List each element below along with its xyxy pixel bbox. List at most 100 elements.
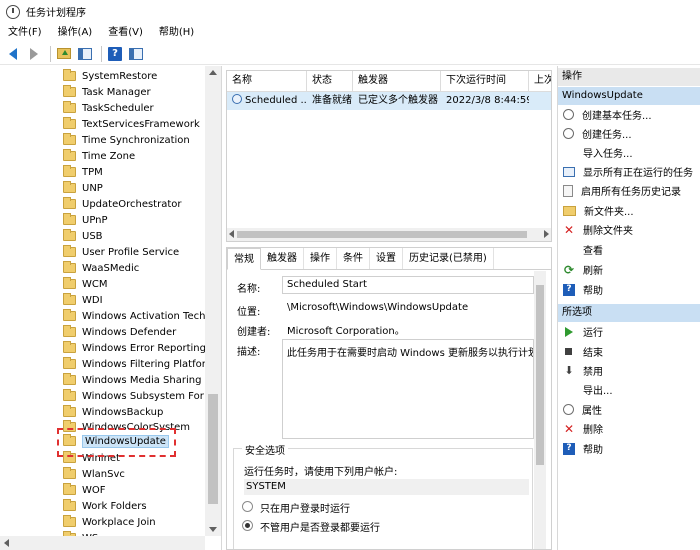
run-as-account-field[interactable]: SYSTEM xyxy=(244,479,529,495)
tab-general[interactable]: 常规 xyxy=(227,248,261,270)
show-hide-action-pane-button[interactable] xyxy=(127,45,145,63)
tree-item[interactable]: TaskScheduler xyxy=(63,100,154,116)
tree-item[interactable]: Windows Filtering Platform xyxy=(63,356,215,372)
action-disable[interactable]: ⬇ 禁用 xyxy=(558,361,700,380)
help-button[interactable]: ? xyxy=(106,45,124,63)
tree-item[interactable]: USB xyxy=(63,228,103,244)
menu-action[interactable]: 操作(A) xyxy=(50,23,101,43)
tree-horizontal-scrollbar[interactable] xyxy=(0,536,205,550)
scroll-down-arrow-icon[interactable] xyxy=(209,527,217,532)
action-delete-folder[interactable]: ✕ 删除文件夹 xyxy=(558,220,700,239)
tree-item[interactable]: WCM xyxy=(63,276,108,292)
column-header-name[interactable]: 名称 xyxy=(227,71,307,92)
scrollbar-thumb[interactable] xyxy=(237,231,527,238)
show-hide-tree-button[interactable] xyxy=(76,45,94,63)
actions-section-selected-item[interactable]: 所选项 xyxy=(558,304,700,322)
column-header-last-run[interactable]: 上次 xyxy=(529,71,551,92)
tree-vertical-scrollbar[interactable] xyxy=(205,66,221,536)
tab-conditions[interactable]: 条件 xyxy=(337,248,370,269)
action-help-selected[interactable]: ? 帮助 xyxy=(558,439,700,458)
action-import-task[interactable]: 导入任务... xyxy=(558,143,700,162)
column-header-next-run[interactable]: 下次运行时间 xyxy=(441,71,529,92)
tree-item[interactable]: WaaSMedic xyxy=(63,260,139,276)
tree-item[interactable]: Windows Error Reporting xyxy=(63,340,206,356)
radio-run-only-logged-on[interactable] xyxy=(242,501,253,512)
action-end[interactable]: 结束 xyxy=(558,342,700,361)
action-show-running-tasks[interactable]: 显示所有正在运行的任务 xyxy=(558,162,700,181)
action-export[interactable]: 导出... xyxy=(558,380,700,399)
scroll-left-arrow-icon[interactable] xyxy=(229,230,234,238)
run-as-label: 运行任务时，请使用下列用户帐户: xyxy=(244,467,398,478)
toolbar-separator xyxy=(101,45,102,62)
menu-help[interactable]: 帮助(H) xyxy=(151,23,202,43)
actions-section-windowsupdate[interactable]: WindowsUpdate xyxy=(558,87,700,105)
action-create-basic-task[interactable]: 创建基本任务... xyxy=(558,105,700,124)
action-refresh[interactable]: ⟳ 刷新 xyxy=(558,260,700,279)
menu-bar: 文件(F) 操作(A) 查看(V) 帮助(H) xyxy=(0,23,700,43)
action-label: 运行 xyxy=(583,328,603,339)
tree-item[interactable]: Windows Activation Techno xyxy=(63,308,218,324)
column-header-status[interactable]: 状态 xyxy=(307,71,353,92)
tree-item-label: Windows Defender xyxy=(82,326,177,338)
up-level-button[interactable] xyxy=(55,45,73,63)
action-run[interactable]: 运行 xyxy=(558,322,700,341)
forward-button[interactable] xyxy=(25,45,43,63)
tree-item[interactable]: UNP xyxy=(63,180,103,196)
help-icon: ? xyxy=(563,283,575,296)
scroll-up-arrow-icon[interactable] xyxy=(209,70,217,75)
tab-triggers[interactable]: 触发器 xyxy=(261,248,304,269)
tree-item[interactable]: UpdateOrchestrator xyxy=(63,196,182,212)
tree-item[interactable]: Work Folders xyxy=(63,498,147,514)
table-row[interactable]: Scheduled ... 准备就绪 已定义多个触发器 2022/3/8 8:4… xyxy=(227,92,551,110)
action-label: 帮助 xyxy=(583,286,603,297)
action-new-folder[interactable]: 新文件夹... xyxy=(558,201,700,220)
menu-file[interactable]: 文件(F) xyxy=(0,23,50,43)
tree-item[interactable]: Workplace Join xyxy=(63,514,156,530)
tree-item[interactable]: TextServicesFramework xyxy=(63,116,200,132)
tree-item[interactable]: WlanSvc xyxy=(63,466,125,482)
action-view[interactable]: 查看 xyxy=(558,240,700,259)
scrollbar-thumb[interactable] xyxy=(208,394,218,504)
tree-item[interactable]: TPM xyxy=(63,164,103,180)
tree-item[interactable]: Time Zone xyxy=(63,148,135,164)
radio-run-whether-logged-on[interactable] xyxy=(242,520,253,531)
column-header-trigger[interactable]: 触发器 xyxy=(353,71,441,92)
back-button[interactable] xyxy=(4,45,22,63)
task-list-horizontal-scrollbar[interactable] xyxy=(227,228,551,241)
description-field[interactable]: 此任务用于在需要时启动 Windows 更新服务以执行计划的 xyxy=(282,339,534,439)
tree-item[interactable]: Windows Subsystem For Li xyxy=(63,388,215,404)
action-delete[interactable]: ✕ 删除 xyxy=(558,419,700,438)
tree-item[interactable]: WDI xyxy=(63,292,103,308)
tab-settings[interactable]: 设置 xyxy=(370,248,403,269)
action-help[interactable]: ? 帮助 xyxy=(558,280,700,299)
tree-item[interactable]: Windows Media Sharing xyxy=(63,372,201,388)
tab-actions[interactable]: 操作 xyxy=(304,248,337,269)
tree-item[interactable]: Windows Defender xyxy=(63,324,176,340)
action-enable-history[interactable]: 启用所有任务历史记录 xyxy=(558,181,700,200)
tab-history[interactable]: 历史记录(已禁用) xyxy=(403,248,494,269)
tree-item[interactable]: UPnP xyxy=(63,212,108,228)
tree-item[interactable]: SystemRestore xyxy=(63,68,157,84)
action-label: 新文件夹... xyxy=(584,207,634,218)
scrollbar-thumb[interactable] xyxy=(536,285,544,465)
detail-vertical-scrollbar[interactable] xyxy=(534,271,546,549)
tree-item[interactable]: Task Manager xyxy=(63,84,151,100)
tree-item[interactable]: Time Synchronization xyxy=(63,132,190,148)
name-field[interactable]: Scheduled Start xyxy=(282,276,534,294)
action-label: 显示所有正在运行的任务 xyxy=(583,168,693,179)
radio-run-only-logged-on-label: 只在用户登录时运行 xyxy=(260,504,350,515)
tree-item-label: WaaSMedic xyxy=(82,262,140,274)
folder-icon xyxy=(63,85,76,97)
folder-up-icon xyxy=(57,48,71,59)
action-create-task[interactable]: 创建任务... xyxy=(558,124,700,143)
action-label: 禁用 xyxy=(583,367,603,378)
action-properties[interactable]: 属性 xyxy=(558,400,700,419)
tree-item[interactable]: WOF xyxy=(63,482,106,498)
tree-item[interactable]: WindowsBackup xyxy=(63,404,163,420)
tree-item-label: Workplace Join xyxy=(82,516,156,528)
scroll-left-arrow-icon[interactable] xyxy=(4,539,9,547)
tree-item[interactable]: User Profile Service xyxy=(63,244,179,260)
scroll-right-arrow-icon[interactable] xyxy=(544,230,549,238)
menu-view[interactable]: 查看(V) xyxy=(100,23,151,43)
toolbar: ? xyxy=(0,43,700,65)
